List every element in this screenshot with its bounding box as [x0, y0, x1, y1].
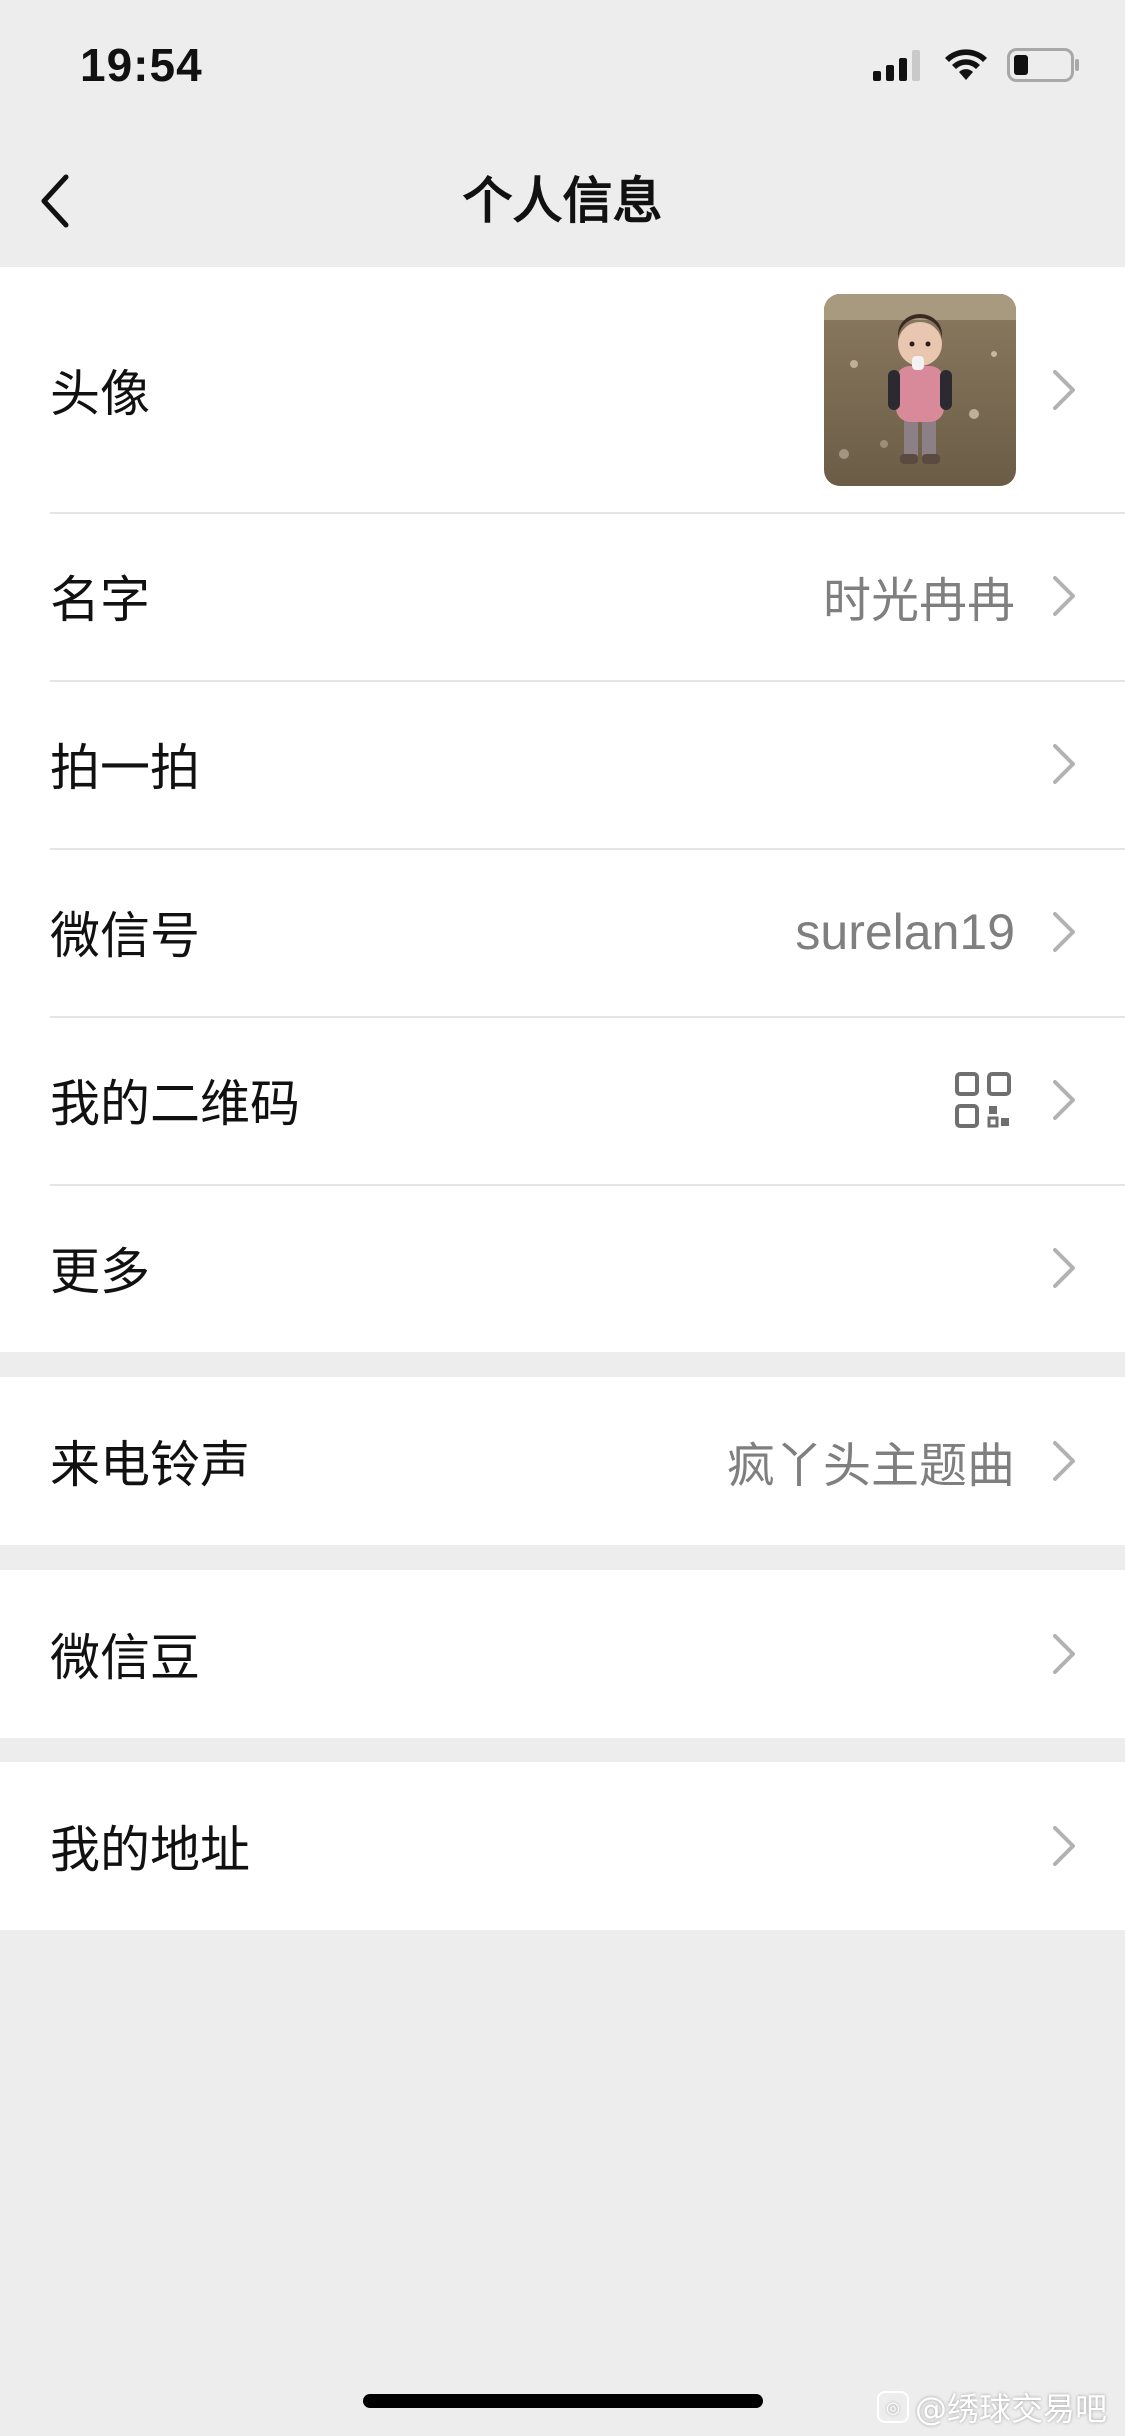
- status-bar: 19:54: [0, 0, 1125, 135]
- name-value: 时光冉冉: [822, 573, 1015, 629]
- cellular-signal-icon: [873, 49, 925, 85]
- ringtone-group: 来电铃声 疯丫头主题曲: [0, 1377, 1125, 1545]
- chevron-left-icon: [38, 173, 72, 233]
- name-row[interactable]: 名字 时光冉冉: [0, 512, 1125, 680]
- avatar-label: 头像: [50, 364, 150, 423]
- chevron-right-icon: [1051, 910, 1077, 954]
- address-row[interactable]: 我的地址: [0, 1762, 1125, 1930]
- avatar-row[interactable]: 头像: [0, 267, 1125, 512]
- status-time: 19:54: [80, 39, 203, 91]
- name-label: 名字: [50, 571, 150, 629]
- wechat-beans-row[interactable]: 微信豆: [0, 1570, 1125, 1738]
- wechat-beans-group: 微信豆: [0, 1570, 1125, 1738]
- battery-icon: [1007, 48, 1081, 86]
- chevron-right-icon: [1051, 1824, 1077, 1868]
- more-row[interactable]: 更多: [0, 1184, 1125, 1352]
- chevron-right-icon: [1051, 368, 1077, 412]
- ringtone-label: 来电铃声: [50, 1436, 250, 1494]
- pat-row[interactable]: 拍一拍: [0, 680, 1125, 848]
- wechat-id-label: 微信号: [50, 907, 200, 965]
- wechat-beans-label: 微信豆: [50, 1629, 200, 1687]
- pat-label: 拍一拍: [50, 739, 200, 797]
- watermark: ◎ @绣球交易吧: [876, 2384, 1107, 2430]
- wifi-icon: [943, 48, 989, 86]
- chevron-right-icon: [1051, 1439, 1077, 1483]
- ringtone-value: 疯丫头主题曲: [726, 1438, 1015, 1494]
- chevron-right-icon: [1051, 1078, 1077, 1122]
- home-indicator[interactable]: [363, 2394, 763, 2408]
- address-label: 我的地址: [50, 1821, 250, 1879]
- status-icons: [873, 48, 1081, 86]
- address-group: 我的地址: [0, 1762, 1125, 1930]
- profile-settings-group: 头像 名字 时光冉冉 拍一拍 微信号 surelan19 我的二维码 更多: [0, 267, 1125, 1352]
- qr-code-label: 我的二维码: [50, 1075, 300, 1133]
- weibo-logo-icon: ◎: [876, 2391, 909, 2423]
- ringtone-row[interactable]: 来电铃声 疯丫头主题曲: [0, 1377, 1125, 1545]
- chevron-right-icon: [1051, 1632, 1077, 1676]
- qr-code-icon: [955, 1072, 1011, 1128]
- more-label: 更多: [50, 1243, 150, 1301]
- page-title: 个人信息: [462, 172, 663, 230]
- back-button[interactable]: [38, 163, 118, 243]
- qr-code-row[interactable]: 我的二维码: [0, 1016, 1125, 1184]
- navigation-bar: 个人信息: [0, 135, 1125, 267]
- wechat-id-value: surelan19: [795, 904, 1015, 960]
- avatar[interactable]: [824, 293, 1016, 486]
- chevron-right-icon: [1051, 742, 1077, 786]
- chevron-right-icon: [1051, 1246, 1077, 1290]
- wechat-id-row[interactable]: 微信号 surelan19: [0, 848, 1125, 1016]
- watermark-text: @绣球交易吧: [914, 2390, 1107, 2428]
- chevron-right-icon: [1051, 574, 1077, 618]
